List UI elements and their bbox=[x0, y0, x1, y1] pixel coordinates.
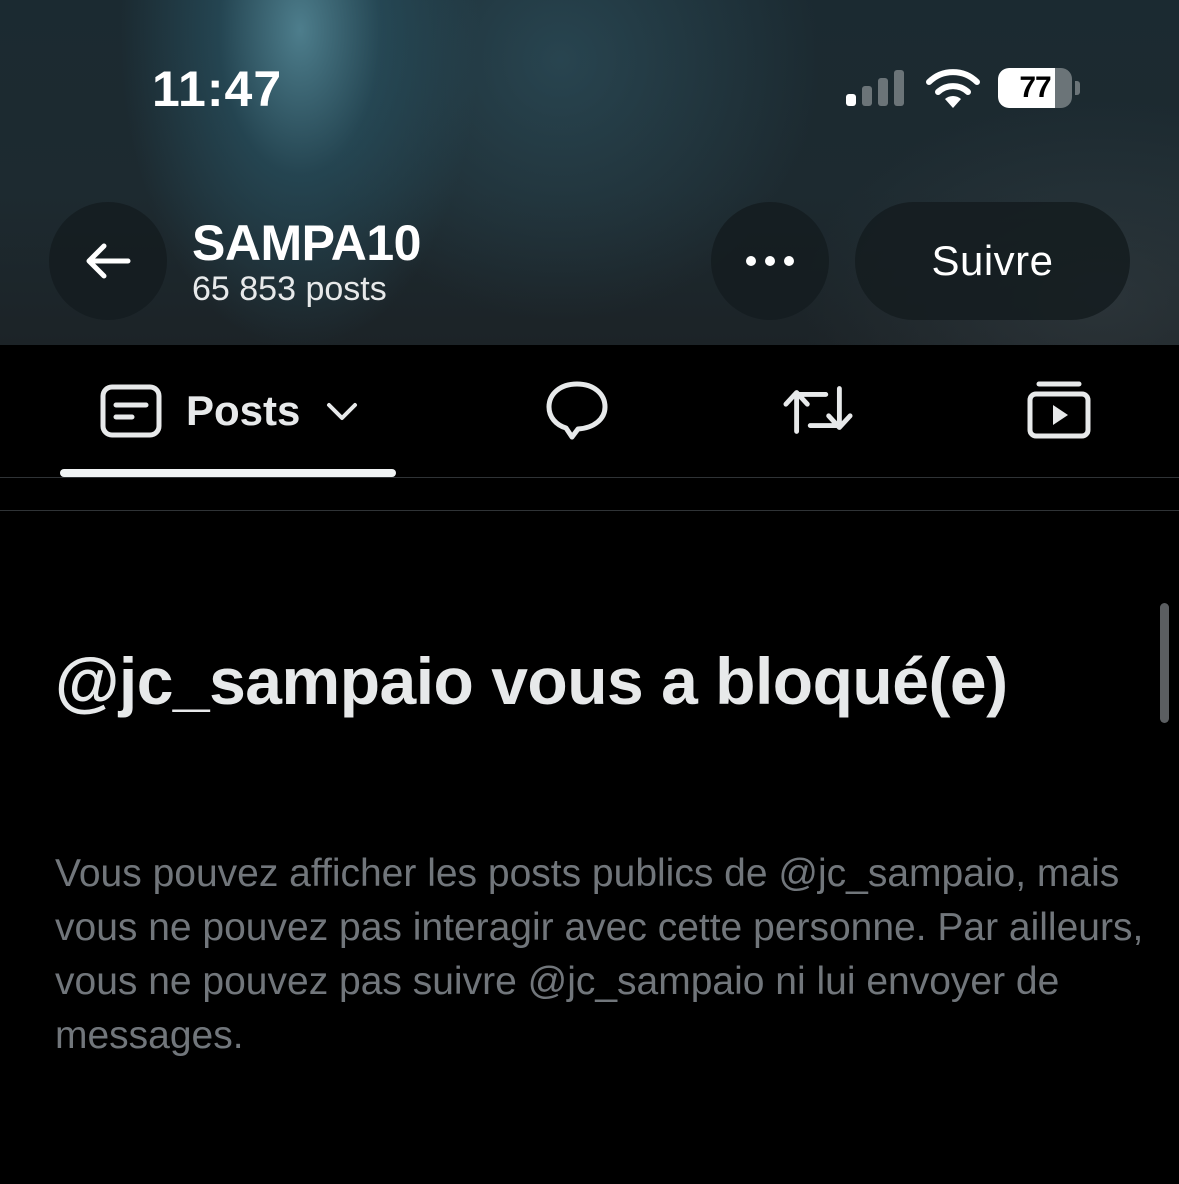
content-divider bbox=[0, 510, 1179, 511]
ellipsis-icon bbox=[746, 256, 794, 266]
blocked-description: Vous pouvez afficher les posts publics d… bbox=[55, 852, 1144, 1057]
tab-media[interactable] bbox=[1024, 375, 1094, 445]
arrow-left-icon bbox=[86, 243, 131, 279]
scrollbar[interactable] bbox=[1160, 603, 1169, 723]
back-button[interactable] bbox=[49, 202, 167, 320]
profile-header: 11:47 77 SAMPA10 65 853 posts Suivre bbox=[0, 0, 1179, 345]
follow-button[interactable]: Suivre bbox=[855, 202, 1130, 320]
repost-icon bbox=[783, 386, 853, 434]
post-count: 65 853 posts bbox=[192, 270, 387, 308]
media-icon bbox=[1027, 381, 1091, 439]
reply-bubble-icon bbox=[546, 381, 608, 440]
tabs-divider bbox=[0, 477, 1179, 478]
battery-icon: 77 bbox=[998, 68, 1082, 108]
wifi-icon bbox=[924, 68, 982, 110]
status-time: 11:47 bbox=[152, 61, 283, 117]
profile-tabs: Posts bbox=[0, 345, 1179, 477]
more-options-button[interactable] bbox=[711, 202, 829, 320]
profile-name: SAMPA10 bbox=[192, 215, 421, 271]
tab-replies[interactable] bbox=[542, 375, 612, 445]
tab-posts[interactable]: Posts bbox=[100, 383, 360, 439]
cellular-signal-icon bbox=[846, 70, 906, 106]
chevron-down-icon bbox=[327, 403, 358, 420]
battery-level: 77 bbox=[1019, 71, 1051, 104]
posts-icon bbox=[100, 384, 162, 438]
tab-posts-label: Posts bbox=[186, 387, 301, 434]
blocked-title: @jc_sampaio vous a bloqué(e) bbox=[55, 644, 1008, 718]
tab-reposts[interactable] bbox=[783, 375, 853, 445]
active-tab-indicator bbox=[60, 469, 396, 477]
